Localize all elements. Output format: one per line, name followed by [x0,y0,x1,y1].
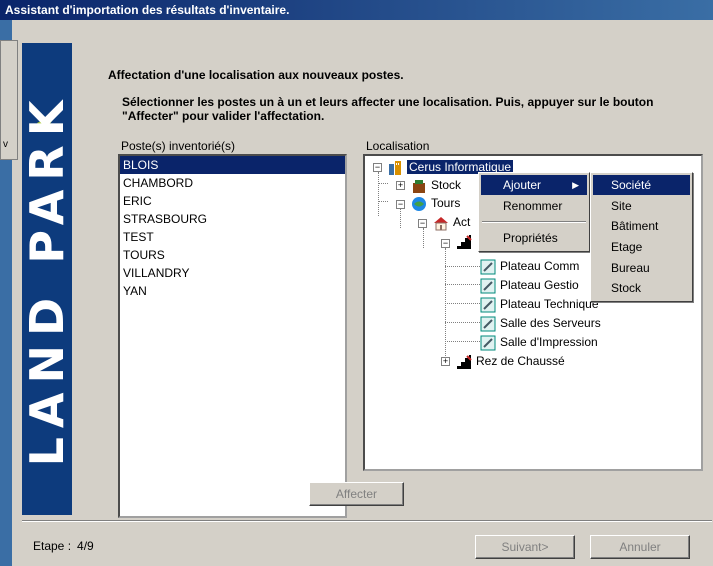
site-icon [412,196,426,211]
submenu-arrow-icon: ▶ [572,180,579,190]
menu-separator [482,221,586,223]
tree-node-label: Plateau Technique [500,297,599,311]
tree-line [445,303,480,304]
menu-item-renommer[interactable]: Renommer [481,196,587,216]
stairs-icon [457,234,472,249]
collapse-floor-toggle[interactable]: − [441,239,450,248]
tree-line [423,228,424,248]
submenu-item-batiment[interactable]: Bâtiment [593,216,690,236]
tree-node-label: Rez de Chaussé [476,354,565,368]
tree-node-tours[interactable]: Tours [411,194,460,212]
background-window[interactable]: v [0,40,18,160]
tree-line [445,248,446,360]
tree-node-floor[interactable] [456,232,476,250]
tree-node-salle-serveurs[interactable]: Salle des Serveurs [480,314,601,332]
localisation-label: Localisation [366,139,430,153]
context-menu: Ajouter ▶ Renommer Propriétés [478,172,590,252]
step-indicator: Etape : 4/9 [33,539,94,553]
tree-node-label: Salle d'Impression [500,335,598,349]
tree-line [378,201,388,202]
list-item[interactable]: VILLANDRY [120,264,345,282]
tree-node-label: Plateau Comm [500,259,580,273]
background-window-text: v [3,139,8,150]
submenu-item-etage[interactable]: Etage [593,237,690,257]
tree-node-label: Plateau Gestio [500,278,579,292]
submenu-item-site[interactable]: Site [593,196,690,216]
tree-node-label: Salle des Serveurs [500,316,601,330]
tree-line [378,172,379,216]
office-icon [480,335,496,351]
tree-node-stock[interactable]: Stock [411,176,461,194]
expand-rez-toggle[interactable]: + [441,357,450,366]
menu-item-ajouter[interactable]: Ajouter ▶ [481,175,587,195]
tree-line [378,183,388,184]
collapse-act-toggle[interactable]: − [418,219,427,228]
tree-node-plateau-comm[interactable]: Plateau Comm [480,257,579,275]
tree-node-plateau-technique[interactable]: Plateau Technique [480,295,599,313]
menu-item-label: Renommer [503,199,563,213]
tree-line [445,341,480,342]
step-value: 4/9 [77,539,94,553]
next-button[interactable]: Suivant> [475,535,575,559]
brand-logo: LAND PARK [20,43,74,515]
submenu-item-societe[interactable]: Société [593,175,690,195]
company-icon [389,160,401,175]
expand-stock-toggle[interactable]: + [396,181,405,190]
menu-item-label: Ajouter [503,178,542,192]
postes-label: Poste(s) inventorié(s) [121,139,236,153]
tree-node-label: Stock [431,178,462,192]
brand-wordmark: LAND PARK [20,91,74,467]
list-item[interactable]: STRASBOURG [120,210,345,228]
office-icon [480,316,496,332]
list-item[interactable]: TOURS [120,246,345,264]
stairs-icon [457,354,472,369]
menu-item-proprietes[interactable]: Propriétés [481,228,587,248]
step-title: Affectation d'une localisation aux nouve… [108,68,404,82]
office-icon [480,278,496,294]
cancel-button[interactable]: Annuler [590,535,690,559]
tree-node-rez[interactable]: Rez de Chaussé [456,352,565,370]
tree-line [400,208,401,228]
tree-node-label: Tours [431,196,461,210]
add-submenu: Société Site Bâtiment Etage Bureau Stock [590,172,693,302]
office-icon [480,297,496,313]
step-label: Etape : [33,539,72,553]
collapse-tours-toggle[interactable]: − [396,200,405,209]
list-item[interactable]: ERIC [120,192,345,210]
affecter-button[interactable]: Affecter [309,482,404,506]
step-description: Sélectionner les postes un à un et leurs… [122,95,654,123]
tree-node-label: Act [453,215,471,229]
submenu-item-bureau[interactable]: Bureau [593,258,690,278]
office-icon [480,259,496,275]
window-title: Assistant d'importation des résultats d'… [0,0,713,20]
menu-item-label: Propriétés [503,231,558,245]
list-item[interactable]: TEST [120,228,345,246]
tree-line [445,322,480,323]
footer-divider [22,520,712,522]
postes-listbox[interactable]: BLOIS CHAMBORD ERIC STRASBOURG TEST TOUR… [118,154,347,518]
list-item[interactable]: YAN [120,282,345,300]
stock-icon [413,179,425,193]
submenu-item-stock[interactable]: Stock [593,278,690,298]
tree-line [445,266,480,267]
list-item[interactable]: CHAMBORD [120,174,345,192]
collapse-root-toggle[interactable]: − [373,163,382,172]
tree-node-act[interactable]: Act [433,213,470,231]
tree-node-plateau-gestio[interactable]: Plateau Gestio [480,276,579,294]
tree-line [445,284,480,285]
building-icon [434,216,448,231]
tree-node-salle-impression[interactable]: Salle d'Impression [480,333,598,351]
list-item[interactable]: BLOIS [120,156,345,174]
